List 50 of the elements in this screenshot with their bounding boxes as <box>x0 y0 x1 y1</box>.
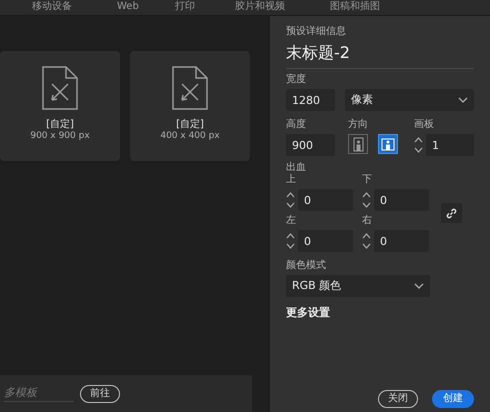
field-label: 右 <box>362 215 373 227</box>
create-button[interactable]: 创建 <box>432 390 474 408</box>
field-label: 画板 <box>414 119 435 131</box>
preset-name: [自定] <box>176 119 204 131</box>
go-button[interactable]: 前往 <box>80 384 120 402</box>
tab[interactable]: 胶片和视频 <box>235 0 285 13</box>
bleed-field[interactable]: 0 <box>374 189 429 211</box>
width-field[interactable]: 1280 <box>286 89 335 111</box>
field-label: 宽度 <box>286 74 307 86</box>
stepper-arrows-icon[interactable] <box>362 232 371 250</box>
section-heading: 预设详细信息 <box>286 26 347 38</box>
chevron-down-icon <box>414 283 424 289</box>
link-button[interactable] <box>441 203 462 223</box>
field-label: 上 <box>286 174 297 186</box>
preset-name: [自定] <box>46 119 74 131</box>
portrait-button[interactable] <box>348 134 368 154</box>
preset-size: 400 x 400 px <box>160 131 220 142</box>
field-label: 高度 <box>286 119 307 131</box>
preset-card[interactable]: [自定] 400 x 400 px <box>130 51 250 161</box>
stepper-arrows-icon[interactable] <box>286 232 295 250</box>
tab[interactable]: 移动设备 <box>32 0 72 13</box>
field-label: 左 <box>286 215 297 227</box>
unit-dropdown[interactable]: 像素 <box>345 89 474 111</box>
bleed-field[interactable]: 0 <box>374 230 429 252</box>
preset-card[interactable]: [自定] 900 x 900 px <box>0 51 120 161</box>
field-label: 下 <box>362 174 373 186</box>
more-settings-toggle[interactable]: 更多设置 <box>286 305 474 322</box>
close-button[interactable]: 关闭 <box>378 390 418 408</box>
stepper-arrows-icon[interactable] <box>286 191 295 209</box>
tab[interactable]: Web <box>117 0 139 13</box>
height-field[interactable]: 900 <box>286 134 335 156</box>
landscape-button[interactable] <box>378 134 398 154</box>
stepper-arrows-icon[interactable] <box>414 136 423 154</box>
preset-size: 900 x 900 px <box>30 131 90 142</box>
bleed-field[interactable]: 0 <box>298 189 353 211</box>
chain-link-icon <box>446 208 457 218</box>
tab[interactable]: 图稿和插图 <box>330 0 380 13</box>
tab[interactable]: 打印 <box>175 0 195 13</box>
chevron-down-icon <box>458 97 468 103</box>
person-icon <box>352 136 364 152</box>
artboards-field[interactable]: 1 <box>426 134 474 156</box>
document-name-field[interactable]: 末标题-2 <box>286 41 474 69</box>
color-mode-dropdown[interactable]: RGB 颜色 <box>286 275 430 297</box>
field-label: 颜色模式 <box>286 260 327 272</box>
template-search-field[interactable]: 多模板 <box>4 384 74 402</box>
field-label: 方向 <box>348 119 369 131</box>
field-label: 出血 <box>286 162 307 174</box>
bleed-field[interactable]: 0 <box>298 230 353 252</box>
stepper-arrows-icon[interactable] <box>362 191 371 209</box>
person-icon <box>381 138 395 150</box>
